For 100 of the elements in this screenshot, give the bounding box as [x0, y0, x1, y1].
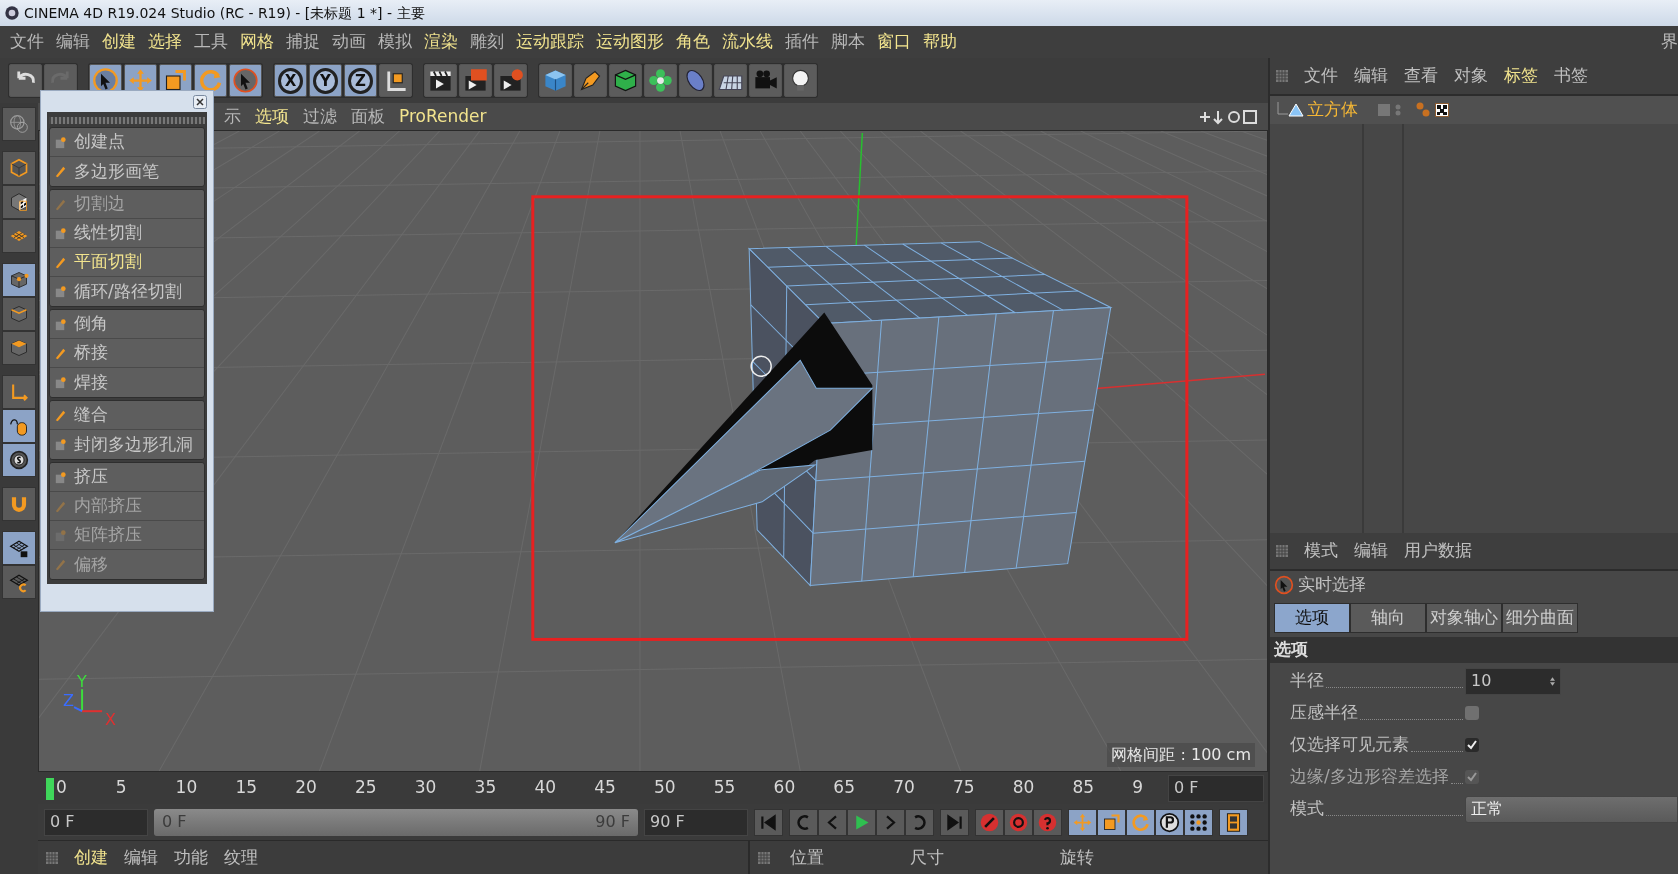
menu-item[interactable]: 插件	[779, 29, 825, 55]
menu-item[interactable]: 选择	[142, 29, 188, 55]
cube-icon[interactable]	[542, 67, 569, 94]
help-circle-icon[interactable]	[1037, 811, 1058, 833]
tool-menu-item[interactable]: 线性切割	[50, 219, 204, 248]
menu-item[interactable]: 角色	[670, 29, 716, 55]
tool-menu-item[interactable]: 倒角	[50, 310, 204, 339]
checkbox[interactable]	[1465, 738, 1479, 752]
menu-item[interactable]: 界	[1655, 29, 1678, 55]
tool-menu-item[interactable]: 循环/路径切割	[50, 277, 204, 306]
viewport-menu-item[interactable]: 面板	[345, 103, 391, 130]
panel-grip-icon[interactable]	[1276, 70, 1288, 82]
tool-button[interactable]	[2, 443, 36, 477]
dot-grid-icon[interactable]	[1188, 811, 1209, 833]
menu-item[interactable]: 模式	[1304, 538, 1338, 564]
menu-item[interactable]: 功能	[174, 844, 208, 871]
tool-menu-item[interactable]: 焊接	[50, 368, 204, 397]
grip-bar[interactable]	[49, 117, 205, 124]
tool-button[interactable]	[2, 531, 36, 565]
scale-square-icon[interactable]	[1101, 811, 1122, 833]
viewport-menu-item[interactable]: ProRender	[393, 103, 493, 130]
menu-item[interactable]: 脚本	[825, 29, 871, 55]
range-slider-fill[interactable]	[154, 808, 638, 836]
menu-item[interactable]: 创建	[74, 844, 108, 871]
spinner-arrows-icon[interactable]	[1550, 676, 1555, 686]
menu-item[interactable]: 纹理	[224, 844, 258, 871]
arrow-cursor-icon[interactable]	[232, 67, 259, 94]
tool-button[interactable]	[2, 263, 36, 297]
axis-lock-button[interactable]: X	[278, 67, 303, 94]
visibility-toggle-icon[interactable]	[1377, 103, 1403, 117]
menu-item[interactable]: 对象	[1454, 63, 1488, 89]
tab[interactable]: 细分曲面	[1502, 603, 1578, 633]
close-button[interactable]	[193, 95, 207, 109]
tool-button[interactable]	[2, 151, 36, 185]
cube-icon[interactable]	[612, 67, 639, 94]
checker-material-icon[interactable]	[1435, 103, 1449, 117]
skip-end-icon[interactable]	[944, 811, 965, 833]
tool-menu-item[interactable]: 封闭多边形孔洞	[50, 430, 204, 459]
menu-item[interactable]: 窗口	[871, 29, 917, 55]
current-frame-field[interactable]: 0 F	[1168, 774, 1264, 802]
panel-grip-icon[interactable]	[46, 851, 58, 864]
tool-menu-item[interactable]: 平面切割	[50, 248, 204, 277]
axis-lock-button[interactable]: Y	[313, 67, 338, 94]
number-field[interactable]: 10	[1465, 667, 1561, 695]
tool-button[interactable]	[2, 375, 36, 409]
tool-menu-item[interactable]: 桥接	[50, 339, 204, 368]
viewport-navigation-icon[interactable]	[1198, 108, 1258, 125]
viewport-menu-item[interactable]: 过滤	[297, 103, 343, 130]
menu-item[interactable]: 文件	[1304, 63, 1338, 89]
menu-item[interactable]: 运动图形	[590, 29, 670, 55]
tool-button[interactable]	[2, 409, 36, 443]
menu-item[interactable]: 编辑	[1354, 538, 1388, 564]
tool-button[interactable]	[2, 565, 36, 599]
menu-item[interactable]: 网格	[234, 29, 280, 55]
auto-key-icon[interactable]	[1008, 811, 1029, 833]
tab[interactable]: 轴向	[1350, 603, 1426, 633]
tool-menu-item[interactable]: 创建点	[50, 128, 204, 157]
menu-item[interactable]: 书签	[1554, 63, 1588, 89]
tool-button[interactable]	[2, 331, 36, 365]
end-frame-field[interactable]: 90 F	[644, 808, 748, 836]
tool-button[interactable]	[2, 487, 36, 521]
menu-item[interactable]: 查看	[1404, 63, 1438, 89]
menu-item[interactable]: 文件	[4, 29, 50, 55]
menu-item[interactable]: 模拟	[372, 29, 418, 55]
menu-item[interactable]: 创建	[96, 29, 142, 55]
tool-menu-item[interactable]: 挤压	[50, 463, 204, 492]
clapperboard-icon[interactable]	[497, 67, 524, 94]
clapperboard-icon[interactable]	[462, 67, 489, 94]
menu-item[interactable]: 编辑	[124, 844, 158, 871]
menu-item[interactable]: 用户数据	[1404, 538, 1472, 564]
tool-menu-item[interactable]: 缝合	[50, 401, 204, 430]
tool-button[interactable]	[2, 107, 36, 141]
panel-grip-icon[interactable]	[1276, 545, 1288, 557]
tool-menu-item[interactable]: 多边形画笔	[50, 157, 204, 186]
start-frame-field[interactable]: 0 F	[44, 808, 148, 836]
viewport-menu-item[interactable]: 示	[218, 103, 247, 130]
object-name[interactable]: 立方体	[1307, 97, 1369, 123]
menu-item[interactable]: 工具	[188, 29, 234, 55]
parameter-p-icon[interactable]	[1159, 811, 1180, 833]
skip-start-icon[interactable]	[758, 811, 779, 833]
menu-item[interactable]: 帮助	[917, 29, 963, 55]
panel-grip-icon[interactable]	[758, 851, 770, 864]
menu-item[interactable]: 捕捉	[280, 29, 326, 55]
viewport-menu-item[interactable]: 选项	[249, 103, 295, 130]
menu-item[interactable]: 运动跟踪	[510, 29, 590, 55]
axis-lock-button[interactable]: Z	[348, 67, 373, 94]
menu-item[interactable]: 编辑	[50, 29, 96, 55]
tool-button[interactable]	[2, 185, 36, 219]
menu-item[interactable]: 动画	[326, 29, 372, 55]
menu-item[interactable]: 编辑	[1354, 63, 1388, 89]
menu-item[interactable]: 渲染	[418, 29, 464, 55]
playhead-handle[interactable]	[46, 778, 54, 800]
tool-button[interactable]	[2, 219, 36, 253]
tab[interactable]: 对象轴心	[1426, 603, 1502, 633]
menu-item[interactable]: 标签	[1504, 63, 1538, 89]
menu-item[interactable]: 雕刻	[464, 29, 510, 55]
dropdown[interactable]: 正常	[1465, 795, 1678, 823]
menu-item[interactable]: 流水线	[716, 29, 779, 55]
checkbox[interactable]	[1465, 706, 1479, 720]
flower-icon[interactable]	[647, 67, 674, 94]
